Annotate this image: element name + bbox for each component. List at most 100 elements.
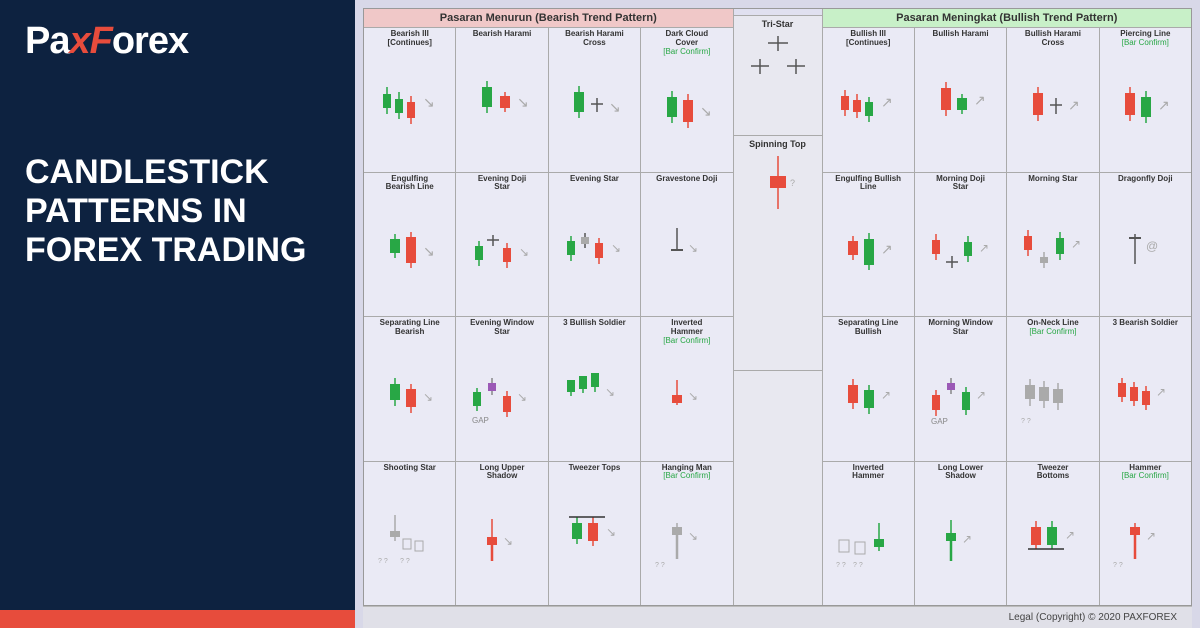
- svg-text:↘: ↘: [503, 534, 513, 548]
- svg-text:↘: ↘: [423, 243, 435, 259]
- bullish-cell-3-1: Separating LineBullish ↗: [823, 317, 915, 461]
- bearish-cell-1-4: Dark CloudCover[Bar Confirm] ↘: [641, 28, 732, 172]
- bearish-grid: Bearish III[Continues]: [364, 28, 733, 605]
- logo-pax: Pax: [25, 20, 90, 63]
- bearish-cell-3-4: InvertedHammer[Bar Confirm] ↘: [641, 317, 732, 461]
- svg-text:↗: ↗: [1065, 528, 1075, 542]
- svg-text:↘: ↘: [423, 94, 435, 110]
- bullish-cell-3-2: Morning WindowStar: [915, 317, 1007, 461]
- bullish-cell-2-4: Dragonfly Doji @: [1100, 173, 1191, 317]
- chart-main: Pasaran Menurun (Bearish Trend Pattern) …: [364, 9, 1191, 605]
- bearish-cell-1-2: Bearish Harami ↘: [456, 28, 548, 172]
- svg-text:↘: ↘: [611, 241, 621, 255]
- bullish-cell-2-1: Engulfing BullishLine ↗: [823, 173, 915, 317]
- bullish-cell-1-1: Bullish III[Continues]: [823, 28, 915, 172]
- svg-text:↘: ↘: [688, 529, 698, 543]
- bullish-cell-1-4: Piercing Line[Bar Confirm] ↗: [1100, 28, 1191, 172]
- svg-text:? ?: ? ?: [836, 562, 846, 569]
- bullish-row-1: Bullish III[Continues]: [823, 28, 1192, 173]
- right-panel: Pasaran Menurun (Bearish Trend Pattern) …: [355, 0, 1200, 628]
- svg-text:↗: ↗: [979, 241, 989, 255]
- bullish-cell-1-2: Bullish Harami ↗: [915, 28, 1007, 172]
- bearish-cell-2-4: Gravestone Doji ↘: [641, 173, 732, 317]
- bearish-cell-1-3: Bearish HaramiCross ↘: [549, 28, 641, 172]
- bearish-row-3: Separating LineBearish ↘: [364, 317, 733, 462]
- svg-text:↘: ↘: [688, 389, 698, 403]
- svg-text:? ?: ? ?: [400, 558, 410, 565]
- bottom-bar: [0, 610, 355, 628]
- svg-text:↘: ↘: [609, 99, 621, 115]
- bearish-cell-2-1: EngulfingBearish Line ↘: [364, 173, 456, 317]
- svg-text:? ?: ? ?: [655, 562, 665, 569]
- bullish-row-2: Engulfing BullishLine ↗: [823, 173, 1192, 318]
- bearish-cell-3-2: Evening WindowStar: [456, 317, 548, 461]
- bearish-cell-3-1: Separating LineBearish ↘: [364, 317, 456, 461]
- svg-text:? ?: ? ?: [1113, 562, 1123, 569]
- bearish-row-4: Shooting Star ? ?: [364, 462, 733, 606]
- svg-text:↗: ↗: [1158, 97, 1170, 113]
- svg-text:↗: ↗: [1156, 385, 1166, 399]
- bearish-cell-4-2: Long UpperShadow ↘: [456, 462, 548, 606]
- bullish-cell-2-3: Morning Star: [1007, 173, 1099, 317]
- svg-text:? ?: ? ?: [378, 558, 388, 565]
- bullish-cell-2-2: Morning DojiStar: [915, 173, 1007, 317]
- bullish-cell-3-4: 3 Bearish Soldier: [1100, 317, 1191, 461]
- bearish-cell-2-3: Evening Star: [549, 173, 641, 317]
- svg-text:↘: ↘: [517, 94, 529, 110]
- bullish-section: Pasaran Meningkat (Bullish Trend Pattern…: [823, 9, 1192, 605]
- svg-text:?: ?: [790, 178, 795, 188]
- svg-text:↘: ↘: [606, 525, 616, 539]
- bearish-row-1: Bearish III[Continues]: [364, 28, 733, 173]
- svg-text:↗: ↗: [1071, 237, 1081, 251]
- bearish-cell-3-3: 3 Bullish Soldier: [549, 317, 641, 461]
- footer: Legal (Copyright) © 2020 PAXFOREX: [363, 606, 1192, 628]
- svg-text:↗: ↗: [1146, 529, 1156, 543]
- svg-text:↗: ↗: [976, 388, 986, 402]
- svg-text:↘: ↘: [423, 390, 433, 404]
- left-panel: Pax Forex CANDLESTICK PATTERNS IN FOREX …: [0, 0, 355, 628]
- bullish-row-4: InvertedHammer ? ? ? ?: [823, 462, 1192, 606]
- main-title: CANDLESTICK PATTERNS IN FOREX TRADING: [25, 153, 330, 270]
- chart-container: Pasaran Menurun (Bearish Trend Pattern) …: [363, 8, 1192, 606]
- bearish-cell-4-4: Hanging Man[Bar Confirm] ↘ ? ?: [641, 462, 732, 606]
- bullish-grid: Bullish III[Continues]: [823, 28, 1192, 605]
- svg-text:? ?: ? ?: [853, 562, 863, 569]
- bearish-cell-1-1: Bearish III[Continues]: [364, 28, 456, 172]
- svg-text:↗: ↗: [881, 94, 893, 110]
- center-section: Tri-Star Spinning Top: [733, 9, 823, 605]
- center-tristar: Tri-Star: [734, 16, 822, 136]
- svg-text:@: @: [1146, 239, 1158, 253]
- bullish-cell-1-3: Bullish HaramiCross ↗: [1007, 28, 1099, 172]
- center-spinningtop: Spinning Top ?: [734, 136, 822, 371]
- svg-text:↗: ↗: [974, 92, 986, 108]
- svg-text:? ?: ? ?: [1021, 418, 1031, 425]
- bearish-row-2: EngulfingBearish Line ↘: [364, 173, 733, 318]
- bearish-cell-4-1: Shooting Star ? ?: [364, 462, 456, 606]
- svg-text:↗: ↗: [881, 241, 893, 257]
- svg-text:↘: ↘: [688, 241, 698, 255]
- bullish-cell-4-1: InvertedHammer ? ? ? ?: [823, 462, 915, 606]
- center-empty-1: [734, 371, 822, 605]
- svg-text:↗: ↗: [1068, 97, 1080, 113]
- bearish-section: Pasaran Menurun (Bearish Trend Pattern) …: [364, 9, 733, 605]
- svg-text:↗: ↗: [881, 388, 891, 402]
- bullish-cell-4-2: Long LowerShadow ↗: [915, 462, 1007, 606]
- svg-text:↘: ↘: [517, 390, 527, 404]
- bearish-header: Pasaran Menurun (Bearish Trend Pattern): [364, 9, 733, 28]
- bullish-header: Pasaran Meningkat (Bullish Trend Pattern…: [823, 9, 1192, 28]
- svg-text:↗: ↗: [962, 532, 972, 546]
- bearish-cell-4-3: Tweezer Tops: [549, 462, 641, 606]
- bullish-cell-3-3: On-Neck Line[Bar Confirm]: [1007, 317, 1099, 461]
- bearish-cell-2-2: Evening DojiStar: [456, 173, 548, 317]
- footer-text: Legal (Copyright) © 2020 PAXFOREX: [1009, 612, 1177, 623]
- logo-forex: Forex: [90, 20, 189, 63]
- svg-text:↘: ↘: [519, 245, 529, 259]
- svg-text:↘: ↘: [700, 103, 712, 119]
- svg-text:↘: ↘: [605, 385, 615, 399]
- svg-text:GAP: GAP: [472, 416, 489, 425]
- bullish-cell-4-3: TweezerBottoms: [1007, 462, 1099, 606]
- logo: Pax Forex: [25, 20, 330, 63]
- bullish-cell-4-4: Hammer[Bar Confirm] ↗ ? ?: [1100, 462, 1191, 606]
- center-header: [734, 9, 822, 16]
- svg-text:GAP: GAP: [931, 417, 948, 426]
